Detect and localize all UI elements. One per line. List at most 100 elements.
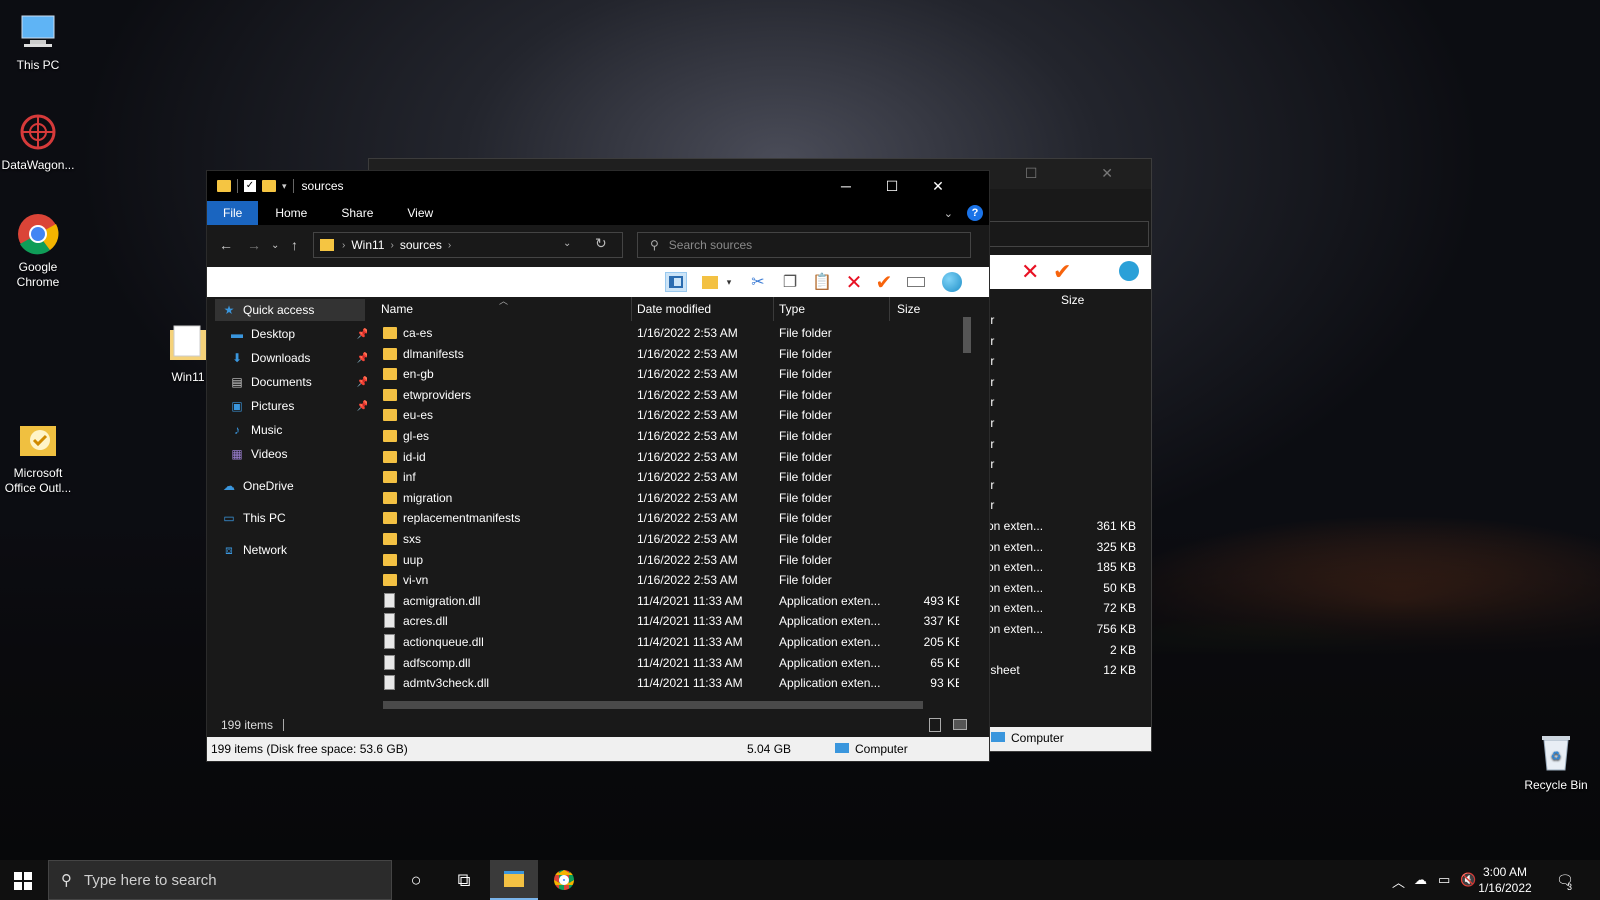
table-row[interactable]: admtv3check.dll 11/4/2021 11:33 AM Applica… [367, 673, 967, 694]
list-item[interactable]: ler [981, 437, 1146, 458]
list-item[interactable]: tion exten... 325 KB [981, 540, 1146, 561]
file-explorer-window[interactable]: ✓ ▾ sources ─ ☐ ✕ File Home Share View ⌄… [206, 170, 990, 762]
dropdown-icon[interactable]: ▾ [723, 272, 735, 292]
sidebar-item-documents[interactable]: ▤ Documents 📌 [223, 371, 373, 393]
column-header-date[interactable]: Date modified [637, 297, 711, 321]
recent-locations-icon[interactable]: ⌄ [271, 240, 279, 251]
column-header-size[interactable]: Size [897, 297, 920, 321]
sidebar-item-quick-access[interactable]: ★ Quick access [215, 299, 365, 321]
sidebar-item-this-pc[interactable]: ▭ This PC [215, 507, 365, 529]
list-item[interactable]: tion exten... 361 KB [981, 519, 1146, 540]
details-view-icon[interactable] [929, 718, 941, 732]
list-item[interactable]: tion exten... 756 KB [981, 622, 1146, 643]
list-item[interactable]: tion exten... 50 KB [981, 581, 1146, 602]
sidebar-item-desktop[interactable]: ▬ Desktop 📌 [223, 323, 373, 345]
new-folder-icon[interactable] [262, 180, 276, 192]
table-row[interactable]: vi-vn 1/16/2022 2:53 AM File folder [367, 570, 967, 591]
paste-icon[interactable]: 📋 [811, 272, 833, 292]
rename-icon[interactable] [905, 272, 927, 292]
table-row[interactable]: ca-es 1/16/2022 2:53 AM File folder [367, 323, 967, 344]
column-header-type[interactable]: Type [779, 297, 805, 321]
copy-icon[interactable]: ❐ [779, 272, 801, 292]
large-icons-view-icon[interactable] [953, 719, 967, 730]
table-row[interactable]: migration 1/16/2022 2:53 AM File folder [367, 488, 967, 509]
column-divider[interactable] [631, 297, 632, 321]
clock[interactable]: 3:00 AM 1/16/2022 [1470, 864, 1540, 896]
cortana-icon[interactable]: ○ [392, 860, 440, 900]
scrollbar-thumb[interactable] [963, 317, 971, 353]
table-row[interactable]: uup 1/16/2022 2:53 AM File folder [367, 550, 967, 571]
tab-view[interactable]: View [390, 201, 450, 225]
tab-file[interactable]: File [207, 201, 259, 225]
close-button[interactable]: ✕ [915, 171, 961, 201]
desktop-icon-datawagon[interactable]: DataWagon... [0, 110, 78, 173]
list-item[interactable]: lesheet 12 KB [981, 663, 1146, 684]
sidebar-item-pictures[interactable]: ▣ Pictures 📌 [223, 395, 373, 417]
table-row[interactable]: id-id 1/16/2022 2:53 AM File folder [367, 447, 967, 468]
table-row[interactable]: eu-es 1/16/2022 2:53 AM File folder [367, 405, 967, 426]
list-item[interactable]: ler [981, 354, 1146, 375]
check-icon[interactable]: ✔ [1053, 259, 1071, 285]
check-icon[interactable]: ✔ [873, 272, 895, 294]
list-item[interactable]: tion exten... 72 KB [981, 601, 1146, 622]
search-input[interactable]: ⚲ Search sources [637, 232, 971, 258]
list-item[interactable]: ler [981, 498, 1146, 519]
customize-quick-access-icon[interactable]: ▾ [282, 181, 287, 192]
globe-icon[interactable] [941, 272, 963, 292]
table-row[interactable]: adfscomp.dll 11/4/2021 11:33 AM Applicatio… [367, 653, 967, 674]
table-row[interactable]: acres.dll 11/4/2021 11:33 AM Application e… [367, 611, 967, 632]
table-row[interactable]: gl-es 1/16/2022 2:53 AM File folder [367, 426, 967, 447]
list-item[interactable]: ler [981, 313, 1146, 334]
table-row[interactable]: replacementmanifests 1/16/2022 2:53 AM Fil… [367, 508, 967, 529]
scrollbar-thumb[interactable] [383, 701, 923, 709]
forward-icon[interactable]: → [247, 237, 261, 253]
address-bar[interactable]: › Win11 › sources › [313, 232, 623, 258]
tab-home[interactable]: Home [258, 201, 324, 225]
vertical-scrollbar[interactable] [959, 297, 975, 697]
breadcrumb-sources[interactable]: sources [400, 238, 442, 252]
sidebar-item-network[interactable]: ⧈ Network [215, 539, 365, 561]
list-item[interactable]: tion exten... 185 KB [981, 560, 1146, 581]
breadcrumb-win11[interactable]: Win11 [351, 238, 384, 252]
address-dropdown-icon[interactable]: ⌄ [563, 238, 571, 249]
column-divider[interactable] [889, 297, 890, 321]
table-row[interactable]: en-gb 1/16/2022 2:53 AM File folder [367, 364, 967, 385]
sidebar-item-downloads[interactable]: ⬇ Downloads 📌 [223, 347, 373, 369]
expand-ribbon-icon[interactable]: ⌄ [944, 207, 953, 220]
table-row[interactable]: inf 1/16/2022 2:53 AM File folder [367, 467, 967, 488]
desktop-icon-recycle-bin[interactable]: ♻ Recycle Bin [1516, 730, 1596, 793]
taskbar-search-input[interactable]: ⚲ Type here to search [48, 860, 392, 900]
table-row[interactable]: dlmanifests 1/16/2022 2:53 AM File folder [367, 344, 967, 365]
back-icon[interactable]: ← [219, 237, 233, 253]
column-divider[interactable] [773, 297, 774, 321]
list-item[interactable]: ler [981, 334, 1146, 355]
help-icon[interactable]: ? [967, 205, 983, 221]
list-item[interactable]: ler [981, 478, 1146, 499]
start-button[interactable] [14, 872, 32, 890]
maximize-button[interactable]: ☐ [869, 171, 915, 201]
sidebar-item-music[interactable]: ♪ Music [223, 419, 373, 441]
column-header-name[interactable]: Name [381, 297, 413, 321]
table-row[interactable]: etwproviders 1/16/2022 2:53 AM File folder [367, 385, 967, 406]
refresh-icon[interactable]: ↻ [595, 235, 607, 252]
file-explorer-taskbar-icon[interactable] [490, 860, 538, 900]
sidebar-item-videos[interactable]: ▦ Videos [223, 443, 373, 465]
properties-icon[interactable]: ✓ [244, 180, 256, 192]
globe-icon[interactable] [1119, 261, 1139, 281]
column-header-size[interactable]: Size [1061, 293, 1084, 307]
onedrive-icon[interactable]: ☁ [1414, 872, 1427, 888]
table-row[interactable]: acmigration.dll 11/4/2021 11:33 AM Applica… [367, 591, 967, 612]
tab-share[interactable]: Share [324, 201, 390, 225]
desktop-icon-chrome[interactable]: Google Chrome [0, 212, 78, 290]
table-row[interactable]: sxs 1/16/2022 2:53 AM File folder [367, 529, 967, 550]
task-view-icon[interactable]: ⧉ [440, 860, 488, 900]
delete-icon[interactable]: ✕ [1021, 259, 1039, 285]
chrome-taskbar-icon[interactable] [540, 860, 588, 900]
horizontal-scrollbar[interactable] [367, 697, 959, 713]
desktop-icon-this-pc[interactable]: This PC [0, 10, 78, 73]
list-item[interactable]: ler [981, 416, 1146, 437]
table-row[interactable]: actionqueue.dll 11/4/2021 11:33 AM Applica… [367, 632, 967, 653]
search-box[interactable] [989, 221, 1149, 247]
network-icon[interactable]: ▭ [1438, 872, 1450, 888]
up-icon[interactable]: ↑ [291, 237, 298, 253]
